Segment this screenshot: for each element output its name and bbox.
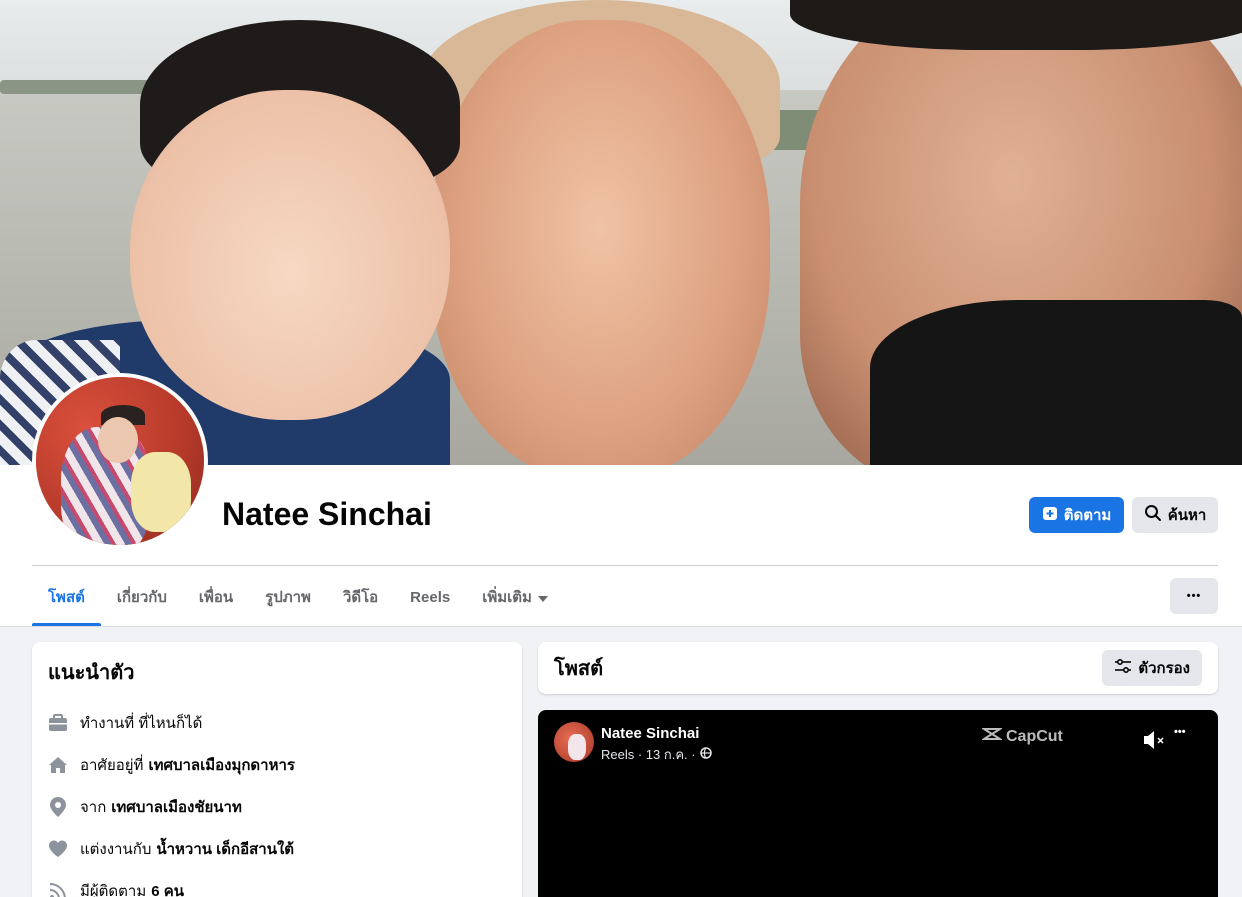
post-author-name[interactable]: Natee Sinchai	[601, 725, 699, 742]
cover-face-mask	[870, 300, 1242, 465]
search-button[interactable]: ค้นหา	[1132, 497, 1218, 533]
tab-label: รูปภาพ	[265, 589, 311, 606]
tab-friends[interactable]: เพื่อน	[183, 568, 249, 626]
cover-person-woman	[430, 20, 770, 465]
tab-photos[interactable]: รูปภาพ	[249, 568, 327, 626]
intro-married-prefix: แต่งงานกับ	[80, 841, 152, 858]
tab-label: เกี่ยวกับ	[116, 589, 167, 606]
home-icon	[48, 755, 68, 775]
tab-label: โพสต์	[48, 589, 85, 606]
reel-post[interactable]: Natee Sinchai Reels · 13 ก.ค. · CapCut •…	[538, 710, 1218, 897]
cover-person-baby	[130, 90, 450, 420]
post-meta-text[interactable]: Reels · 13 ก.ค. ·	[601, 744, 696, 765]
intro-followers-prefix: มีผู้ติดตาม	[80, 883, 147, 897]
search-icon	[1144, 504, 1162, 526]
tab-label: เพิ่มเติม	[482, 589, 532, 606]
posts-title: โพสต์	[554, 658, 604, 680]
profile-tabs: โพสต์ เกี่ยวกับ เพื่อน รูปภาพ วิดีโอ Ree…	[32, 568, 564, 626]
intro-row-work: ทำงานที่ ที่ไหนก็ได้	[48, 702, 506, 744]
intro-from-prefix: จาก	[80, 799, 107, 816]
post-meta: Reels · 13 ก.ค. ·	[601, 744, 712, 765]
capcut-logo-icon	[980, 726, 1004, 747]
intro-married-link[interactable]: น้ำหวาน เด็กอีสานใต้	[156, 837, 294, 861]
mute-icon[interactable]	[1142, 729, 1166, 751]
tab-more[interactable]: เพิ่มเติม	[466, 568, 564, 626]
search-label: ค้นหา	[1167, 507, 1207, 524]
more-dots-icon: •••	[1186, 590, 1202, 602]
intro-row-from: จาก เทศบาลเมืองชัยนาท	[48, 786, 506, 828]
intro-from-link[interactable]: เทศบาลเมืองชัยนาท	[111, 795, 242, 819]
capcut-watermark: CapCut	[980, 726, 1063, 747]
intro-title: แนะนำตัว	[48, 662, 135, 684]
avatar-figure	[568, 734, 586, 760]
avatar-face	[98, 417, 138, 463]
filter-button[interactable]: ตัวกรอง	[1102, 650, 1202, 686]
more-options-button[interactable]: •••	[1170, 578, 1218, 614]
filter-sliders-icon	[1114, 658, 1132, 677]
profile-avatar[interactable]	[32, 373, 208, 549]
capcut-text: CapCut	[1006, 727, 1063, 745]
tab-videos[interactable]: วิดีโอ	[327, 568, 394, 626]
intro-row-followers: มีผู้ติดตาม 6 คน	[48, 870, 506, 897]
caret-down-icon	[537, 589, 548, 606]
cover-treeline	[0, 80, 160, 94]
follow-label: ติดตาม	[1063, 507, 1112, 524]
header-divider	[32, 565, 1218, 566]
post-author-avatar[interactable]	[554, 722, 594, 762]
intro-card: แนะนำตัว ทำงานที่ ที่ไหนก็ได้ อาศัยอยู่ท…	[32, 642, 522, 897]
profile-name: Natee Sinchai	[222, 496, 432, 532]
location-pin-icon	[48, 797, 68, 817]
intro-followers-count[interactable]: 6 คน	[151, 879, 184, 897]
intro-lives-prefix: อาศัยอยู่ที่	[80, 757, 144, 774]
tab-label: Reels	[410, 588, 451, 606]
intro-row-lives: อาศัยอยู่ที่ เทศบาลเมืองมุกดาหาร	[48, 744, 506, 786]
intro-work-text: ทำงานที่ ที่ไหนก็ได้	[80, 715, 203, 732]
intro-lives-link[interactable]: เทศบาลเมืองมุกดาหาร	[148, 753, 295, 777]
rss-icon	[48, 881, 68, 897]
globe-icon	[699, 747, 712, 762]
tab-label: วิดีโอ	[342, 589, 379, 606]
post-more-button[interactable]: •••	[1174, 726, 1186, 738]
briefcase-icon	[48, 713, 68, 733]
follow-add-icon	[1042, 505, 1058, 525]
intro-row-married: แต่งงานกับ น้ำหวาน เด็กอีสานใต้	[48, 828, 506, 870]
filter-label: ตัวกรอง	[1138, 660, 1190, 677]
avatar-baby	[131, 452, 191, 532]
tab-posts[interactable]: โพสต์	[32, 568, 101, 626]
tab-about[interactable]: เกี่ยวกับ	[101, 568, 183, 626]
tab-reels[interactable]: Reels	[394, 568, 466, 626]
follow-button[interactable]: ติดตาม	[1029, 497, 1124, 533]
tab-label: เพื่อน	[198, 589, 234, 606]
posts-header-card: โพสต์ ตัวกรอง	[538, 642, 1218, 694]
heart-icon	[48, 839, 68, 859]
